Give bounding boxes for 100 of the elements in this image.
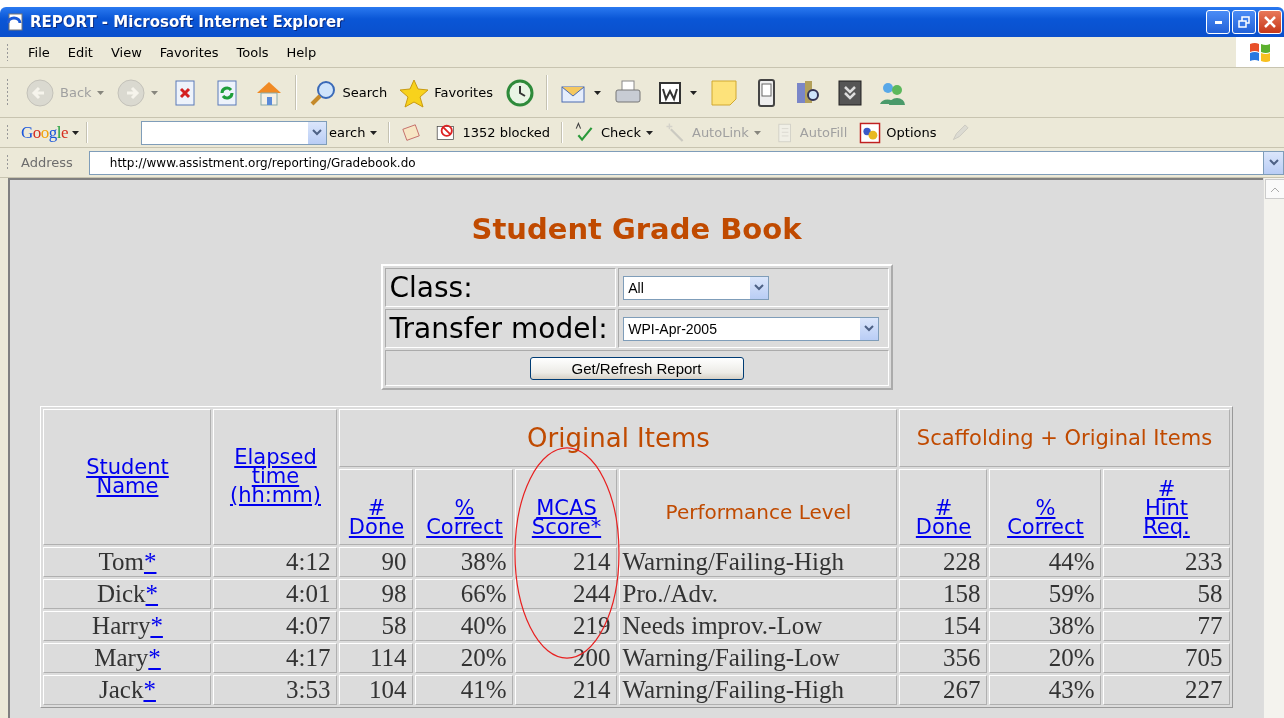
table-cell: 44% [1048,548,1095,576]
search-button[interactable]: earch [325,123,382,142]
table-cell: 38% [1048,612,1095,640]
restore-button[interactable] [1232,10,1256,34]
favorites-button[interactable]: Favorites [395,75,497,110]
table-cell: 20% [1048,644,1095,672]
form-label: Class: [389,271,473,304]
table-cell: 244 [573,580,611,608]
group-header: Original Items [527,423,710,453]
chevron-down-icon [754,284,765,291]
back-icon [25,77,55,108]
google-logo[interactable]: Google [21,122,69,143]
dropdown-caret-icon[interactable] [72,130,80,135]
table-cell: 3:53 [286,676,331,704]
student-detail-link[interactable]: * [148,644,161,672]
dropdown-caret-icon[interactable] [689,90,697,95]
minimize-icon [1214,20,1222,24]
options-icon [859,121,882,144]
table-cell: 4:01 [286,580,331,608]
table-cell: 104 [369,676,407,704]
spell-button[interactable]: Check [570,119,657,146]
table-cell: Pro./Adv. [622,580,719,608]
group-header: Scaffolding + Original Items [916,426,1213,450]
search-field[interactable] [141,120,328,145]
address-dropdown-button[interactable] [1264,150,1284,175]
table-cell: 158 [943,580,981,608]
table-cell: Warning/Failing-High [622,676,845,704]
column-header: Performance Level [664,500,853,526]
dropdown-select[interactable]: WPI-Apr-2005 [623,316,880,341]
student-name: Dick [96,580,146,608]
table-cell: 59% [1048,580,1095,608]
menu-item[interactable]: Favorites [152,42,226,62]
table-cell: 90 [381,548,407,576]
window-title: REPORT - Microsoft Internet Explorer [30,13,345,31]
table-cell: 98 [381,580,407,608]
browser-page-icon [6,13,24,31]
table-cell: 40% [460,612,507,640]
close-icon [1264,16,1276,28]
table-cell: 38% [460,548,507,576]
address-label: Address [21,155,73,170]
table-cell: 200 [573,644,611,672]
forward-icon [115,77,146,108]
table-cell: Warning/Failing-Low [622,644,840,672]
student-name: Harry [92,612,151,640]
student-detail-link[interactable]: * [143,548,157,576]
options-button[interactable]: Options [855,119,941,146]
menu-item[interactable]: Tools [229,42,276,62]
chevron-down-icon [864,325,875,332]
student-name: Tom [98,548,144,576]
table-cell: 705 [1185,644,1223,672]
table-cell: 58 [1197,580,1223,608]
table-cell: 58 [381,612,407,640]
table-cell: 356 [943,644,981,672]
table-cell: 227 [1185,676,1223,704]
windows-logo-icon [1248,41,1272,63]
student-name: Jack [99,676,144,704]
blocker-button[interactable]: 1352 blocked [431,119,554,146]
close-button[interactable] [1258,10,1282,34]
column-header-link[interactable]: Student Name [86,457,169,496]
caret-up-icon [1271,186,1279,192]
dropdown-caret-icon[interactable] [593,90,601,95]
student-detail-link[interactable]: * [143,676,156,704]
table-cell: 228 [943,548,981,576]
restore-icon [1238,16,1250,28]
student-detail-link[interactable]: * [150,612,163,640]
table-cell: Needs improv.-Low [622,612,823,640]
table-cell: 114 [369,644,407,672]
menu-item[interactable]: View [103,42,149,62]
table-cell: 214 [573,676,611,704]
menu-item[interactable]: Help [279,42,324,62]
dropdown-caret-icon[interactable] [370,130,378,135]
table-cell: 267 [943,676,981,704]
table-cell: 4:12 [286,548,331,576]
chevron-down-icon [312,129,323,136]
table-cell: 4:07 [286,612,331,640]
refresh-report-button[interactable]: Get/Refresh Report [529,356,744,380]
student-name: Mary [94,644,149,672]
address-field[interactable]: http://www.assistment.org/reporting/Gradebook.do [88,150,1264,175]
menu-item[interactable]: File [21,42,57,62]
history-icon [504,77,535,108]
chevron-down-icon [1268,159,1279,166]
form-label: Transfer model: [389,312,608,345]
table-cell: 4:17 [286,644,331,672]
table-cell: 43% [1048,676,1095,704]
search-button[interactable]: Search [303,75,392,110]
student-detail-link[interactable]: * [145,580,159,608]
dropdown-caret-icon[interactable] [646,130,653,135]
table-cell: 20% [460,644,507,672]
table-cell: 154 [943,612,981,640]
note-icon [708,77,739,108]
menu-item[interactable]: Edit [60,42,100,62]
minimize-button[interactable] [1206,10,1230,34]
table-cell: 41% [460,676,507,704]
table-cell: 233 [1185,548,1223,576]
table-cell: 214 [573,548,611,576]
table-cell: 77 [1197,612,1223,640]
dropdown-select[interactable]: All [623,275,770,300]
favorites-icon [399,77,430,108]
table-cell: 66% [460,580,507,608]
table-cell: Warning/Failing-High [622,548,845,576]
